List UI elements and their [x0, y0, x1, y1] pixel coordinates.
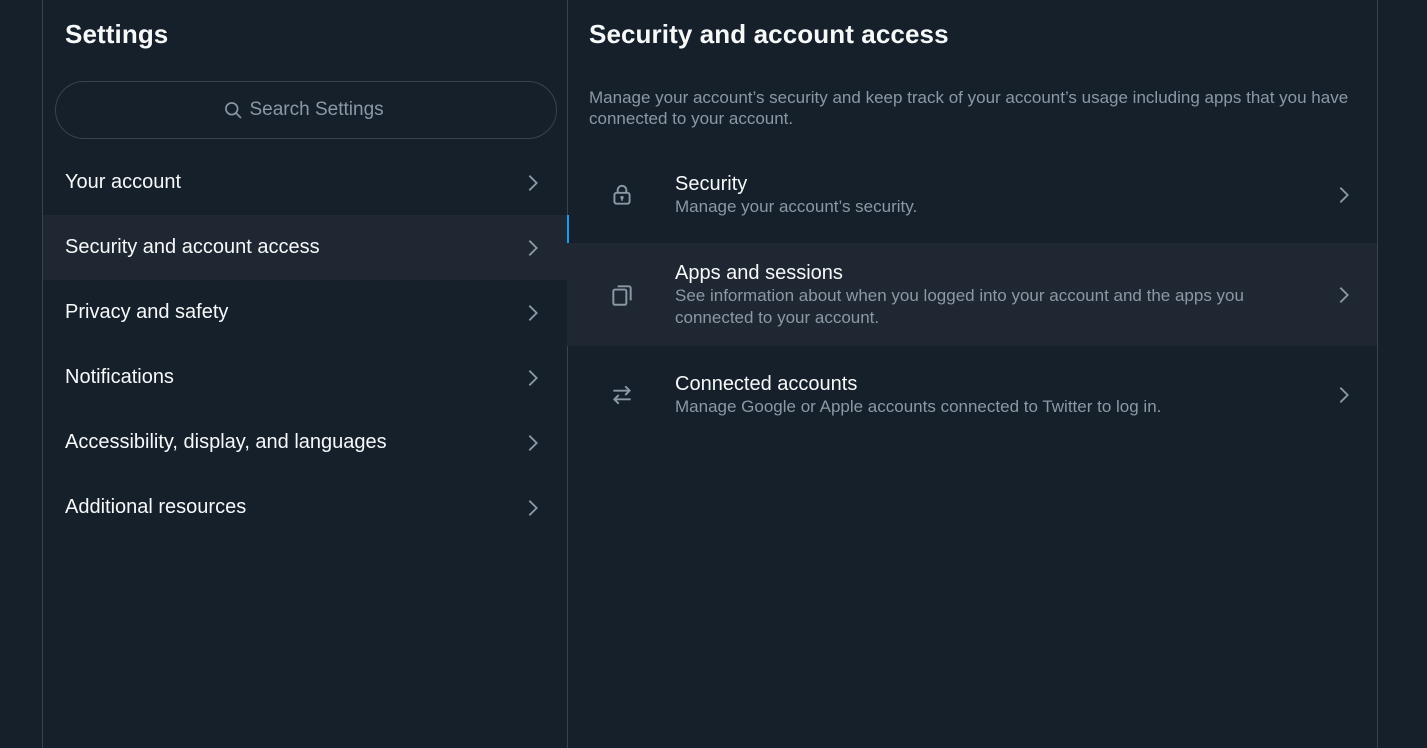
chevron-right-icon [1333, 384, 1355, 406]
arrows-swap-icon [609, 382, 635, 408]
settings-item-security-and-account-access[interactable]: Security and account access [43, 215, 569, 280]
chevron-right-icon [522, 172, 544, 194]
detail-item-subtitle: See information about when you logged in… [675, 285, 1244, 327]
settings-item-label: Notifications [65, 366, 174, 388]
chevron-right-icon [522, 497, 544, 519]
settings-item-privacy-and-safety[interactable]: Privacy and safety [43, 280, 568, 345]
chevron-right-icon [522, 432, 544, 454]
chevron-right-icon [1333, 184, 1355, 206]
settings-nav: Your account Security and account access… [43, 150, 569, 540]
detail-item-title: Security [675, 172, 748, 195]
detail-item-text: Connected accounts Manage Google or Appl… [675, 372, 1161, 418]
search-input[interactable] [249, 99, 390, 121]
chevron-right-icon [522, 367, 544, 389]
settings-title: Settings [65, 19, 169, 49]
detail-item-apps-and-sessions[interactable]: Apps and sessions See information about … [567, 243, 1377, 346]
detail-column: Security and account access Manage your … [567, 0, 1378, 748]
search-box[interactable] [55, 81, 557, 139]
settings-item-accessibility[interactable]: Accessibility, display, and languages [43, 410, 568, 475]
search-icon [223, 100, 243, 120]
detail-title: Security and account access [589, 19, 949, 49]
settings-item-your-account[interactable]: Your account [43, 150, 568, 215]
detail-item-title: Apps and sessions [675, 261, 843, 284]
detail-item-connected-accounts[interactable]: Connected accounts Manage Google or Appl… [567, 346, 1377, 443]
detail-description: Manage your account’s security and keep … [589, 88, 1349, 128]
copy-icon [609, 282, 635, 308]
settings-item-label: Accessibility, display, and languages [65, 431, 387, 453]
detail-list: Security Manage your account’s security.… [567, 146, 1377, 443]
lock-icon [609, 182, 635, 208]
detail-item-text: Apps and sessions See information about … [675, 261, 1297, 329]
detail-item-security[interactable]: Security Manage your account’s security. [567, 146, 1377, 243]
settings-item-label: Privacy and safety [65, 301, 229, 323]
settings-item-label: Security and account access [65, 236, 320, 258]
chevron-right-icon [1333, 284, 1355, 306]
detail-item-subtitle: Manage your account’s security. [675, 196, 918, 216]
detail-item-text: Security Manage your account’s security. [675, 172, 917, 218]
chevron-right-icon [522, 302, 544, 324]
settings-item-additional-resources[interactable]: Additional resources [43, 475, 568, 540]
detail-item-title: Connected accounts [675, 372, 858, 395]
settings-item-label: Additional resources [65, 496, 247, 518]
settings-item-notifications[interactable]: Notifications [43, 345, 568, 410]
detail-item-subtitle: Manage Google or Apple accounts connecte… [675, 396, 1162, 416]
settings-column: Settings Your account Security and accou… [42, 0, 569, 748]
settings-item-label: Your account [65, 171, 182, 193]
chevron-right-icon [522, 237, 544, 259]
page: Settings Your account Security and accou… [0, 0, 1427, 748]
